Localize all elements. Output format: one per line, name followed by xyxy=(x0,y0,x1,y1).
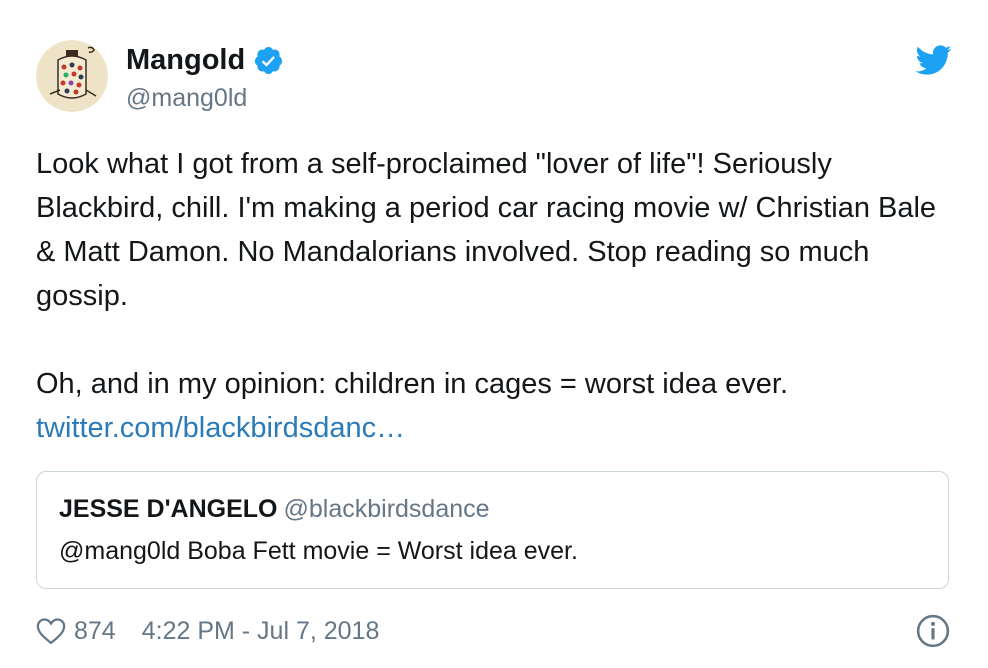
verified-badge-icon xyxy=(255,46,283,74)
quoted-tweet-header: JESSE D'ANGELO @blackbirdsdance xyxy=(59,492,490,526)
display-name[interactable]: Mangold xyxy=(126,42,245,78)
display-name-row[interactable]: Mangold xyxy=(126,42,284,78)
quoted-tweet[interactable]: JESSE D'ANGELO @blackbirdsdance @mang0ld … xyxy=(36,471,949,589)
avatar[interactable] xyxy=(36,40,108,112)
quoted-tweet-text: @mang0ld Boba Fett movie = Worst idea ev… xyxy=(59,537,578,565)
quoted-author-handle: @blackbirdsdance xyxy=(283,495,490,523)
twitter-bird-icon[interactable] xyxy=(914,44,952,76)
tweet-paragraph: Look what I got from a self-proclaimed "… xyxy=(36,148,937,312)
avatar-image xyxy=(36,40,108,112)
tweet-paragraph: Oh, and in my opinion: children in cages… xyxy=(36,368,789,400)
tweet-link[interactable]: twitter.com/blackbirdsdanc… xyxy=(36,412,405,444)
tweet-footer: 874 4:22 PM - Jul 7, 2018 xyxy=(36,611,379,651)
info-icon[interactable] xyxy=(916,614,950,648)
like-count[interactable]: 874 xyxy=(74,617,116,646)
heart-icon[interactable] xyxy=(36,617,66,645)
tweet-timestamp[interactable]: 4:22 PM - Jul 7, 2018 xyxy=(142,617,380,646)
tweet-body: Look what I got from a self-proclaimed "… xyxy=(36,142,946,450)
user-handle[interactable]: @mang0ld xyxy=(126,82,247,114)
quoted-author-name: JESSE D'ANGELO xyxy=(59,495,278,523)
